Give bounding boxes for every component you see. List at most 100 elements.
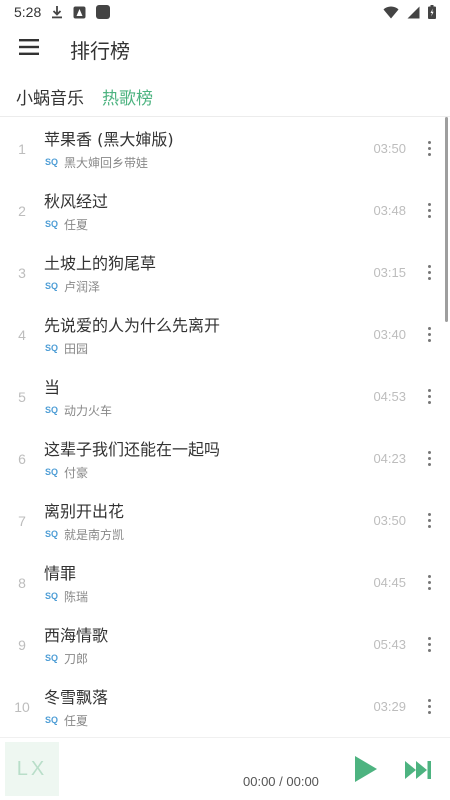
song-artist: 刀郎 [64,651,89,666]
source-tabs: 小蜗音乐 热歌榜 [0,78,450,114]
song-artist: 任夏 [64,713,89,728]
player-bar: LX 00:00 / 00:00 [0,737,450,800]
song-index: 2 [18,203,26,219]
more-options-button[interactable] [414,128,444,168]
song-info: 西海情歌 SQ 刀郎 [44,622,356,667]
more-vert-icon [427,264,431,280]
song-duration: 04:53 [373,388,406,404]
song-artist: 田园 [64,341,89,356]
song-title: 情罪 [44,563,77,583]
song-info: 先说爱的人为什么先离开 SQ 田园 [44,312,356,357]
battery-charging-icon [428,5,436,19]
more-options-button[interactable] [414,190,444,230]
song-row[interactable]: 5 当 SQ 动力火车 04:53 [0,365,444,427]
scrollbar-thumb[interactable] [445,117,448,322]
song-subline: SQ 卢润泽 [44,278,356,295]
song-subline: SQ 刀郎 [44,650,356,667]
song-artist: 就是南方凯 [64,527,125,542]
song-duration: 03:15 [373,264,406,280]
more-vert-icon [427,140,431,156]
play-button[interactable] [350,754,380,784]
song-duration: 05:43 [373,636,406,652]
app-bar: 排行榜 [0,24,450,74]
status-bar: 5:28 [0,0,450,24]
song-row[interactable]: 2 秋风经过 SQ 任夏 03:48 [0,179,444,241]
song-row[interactable]: 8 情罪 SQ 陈瑞 04:45 [0,551,444,613]
menu-button[interactable] [0,24,56,74]
song-index: 8 [18,575,26,591]
tab-source[interactable]: 小蜗音乐 [16,84,84,109]
song-duration: 03:50 [373,512,406,528]
cellular-signal-icon [407,6,420,19]
song-duration: 03:48 [373,202,406,218]
more-vert-icon [427,636,431,652]
playback-time: 00:00 / 00:00 [243,774,319,789]
notification-square-icon [96,5,111,19]
song-artist: 陈瑞 [64,589,89,604]
song-title: 土坡上的狗尾草 [44,253,157,273]
song-duration: 04:45 [373,574,406,590]
song-title: 先说爱的人为什么先离开 [44,315,221,335]
song-index: 7 [18,513,26,529]
song-row[interactable]: 6 这辈子我们还能在一起吗 SQ 付豪 04:23 [0,427,444,489]
song-info: 苹果香 (黑大婶版) SQ 黑大婶回乡带娃 [44,126,356,171]
song-info: 情罪 SQ 陈瑞 [44,560,356,605]
quality-badge: SQ [45,343,59,353]
page-title: 排行榜 [70,38,130,63]
song-row[interactable]: 10 冬雪飘落 SQ 任夏 03:29 [0,675,444,737]
song-artist: 任夏 [64,217,89,232]
more-vert-icon [427,512,431,528]
next-button[interactable] [403,758,433,782]
song-artist: 卢润泽 [64,279,101,294]
app-notification-icon [73,6,86,19]
tab-hot-songs[interactable]: 热歌榜 [102,84,153,109]
quality-badge: SQ [45,157,59,167]
song-title: 离别开出花 [44,501,125,521]
song-index: 5 [18,389,26,405]
hamburger-menu-icon [19,39,39,59]
more-options-button[interactable] [414,562,444,602]
song-index: 3 [18,265,26,281]
song-subline: SQ 就是南方凯 [44,526,356,543]
album-art[interactable]: LX [5,742,59,796]
song-title: 秋风经过 [44,191,109,211]
song-info: 土坡上的狗尾草 SQ 卢润泽 [44,250,356,295]
play-icon [355,756,377,782]
song-subline: SQ 付豪 [44,464,356,481]
song-row[interactable]: 9 西海情歌 SQ 刀郎 05:43 [0,613,444,675]
song-info: 冬雪飘落 SQ 任夏 [44,684,356,729]
wifi-icon [383,6,399,19]
download-icon [51,5,63,19]
more-options-button[interactable] [414,624,444,664]
quality-badge: SQ [45,591,59,601]
song-artist: 付豪 [64,465,89,480]
more-options-button[interactable] [414,500,444,540]
more-vert-icon [427,202,431,218]
more-options-button[interactable] [414,438,444,478]
more-options-button[interactable] [414,686,444,726]
quality-badge: SQ [45,219,59,229]
more-options-button[interactable] [414,252,444,292]
more-vert-icon [427,388,431,404]
more-vert-icon [427,450,431,466]
status-time: 5:28 [14,4,42,20]
song-duration: 03:29 [373,698,406,714]
song-artist: 动力火车 [64,403,113,418]
song-info: 当 SQ 动力火车 [44,374,356,419]
quality-badge: SQ [45,281,59,291]
song-subline: SQ 任夏 [44,216,356,233]
song-row[interactable]: 7 离别开出花 SQ 就是南方凯 03:50 [0,489,444,551]
quality-badge: SQ [45,467,59,477]
song-row[interactable]: 4 先说爱的人为什么先离开 SQ 田园 03:40 [0,303,444,365]
song-subline: SQ 黑大婶回乡带娃 [44,154,356,171]
song-title: 冬雪飘落 [44,687,109,707]
more-options-button[interactable] [414,314,444,354]
song-row[interactable]: 3 土坡上的狗尾草 SQ 卢润泽 03:15 [0,241,444,303]
song-info: 离别开出花 SQ 就是南方凯 [44,498,356,543]
song-subline: SQ 动力火车 [44,402,356,419]
more-options-button[interactable] [414,376,444,416]
quality-badge: SQ [45,529,59,539]
song-info: 秋风经过 SQ 任夏 [44,188,356,233]
song-row[interactable]: 1 苹果香 (黑大婶版) SQ 黑大婶回乡带娃 03:50 [0,117,444,179]
song-subline: SQ 陈瑞 [44,588,356,605]
